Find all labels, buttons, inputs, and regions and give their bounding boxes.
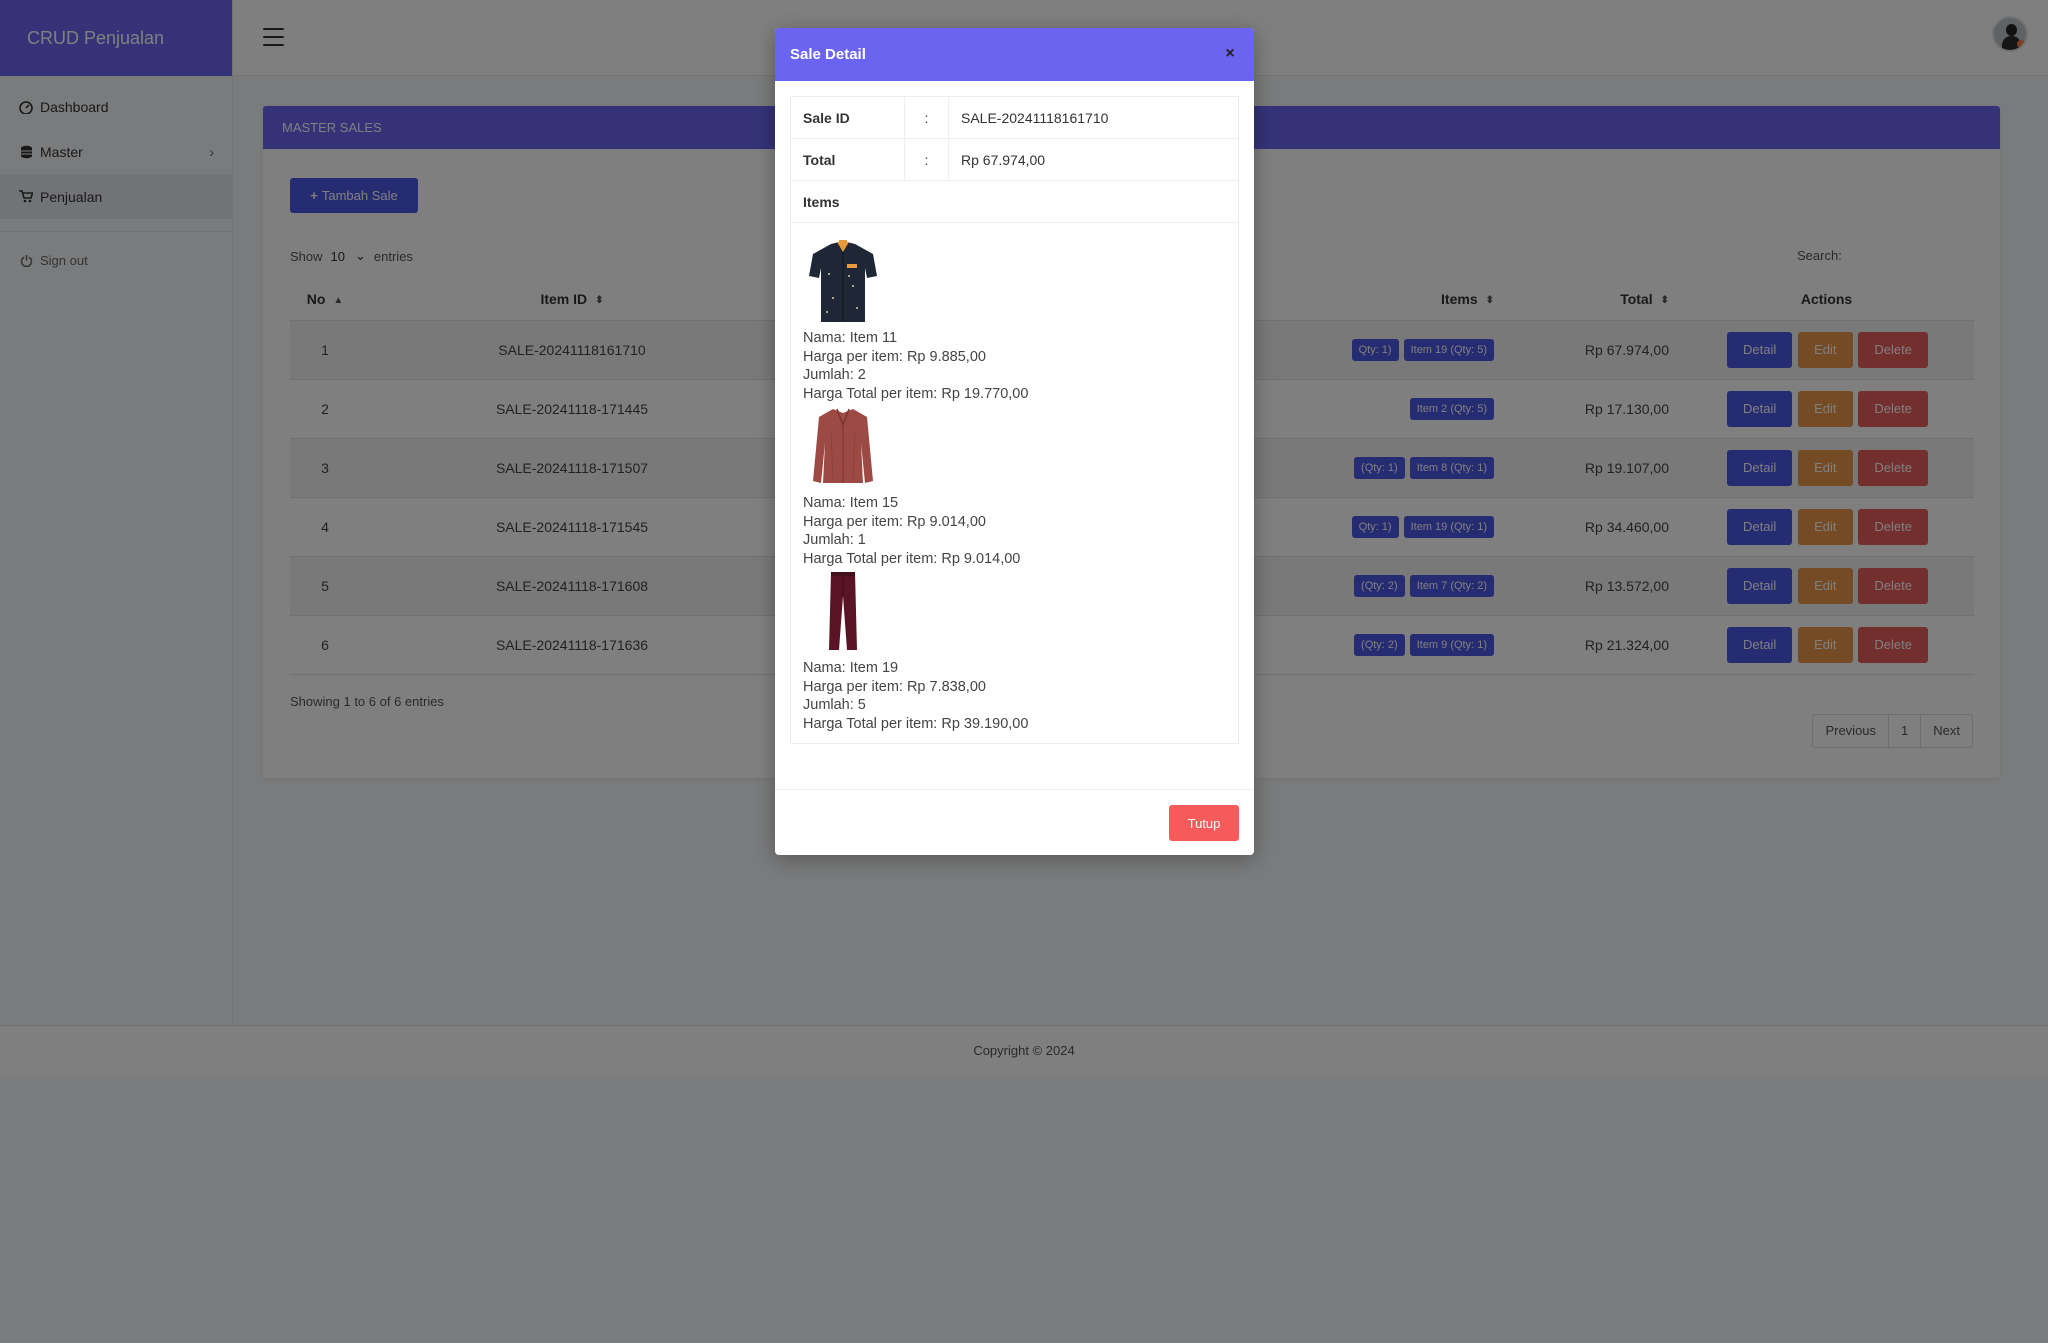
- sale-id-value: SALE-20241118161710: [948, 96, 1239, 139]
- colon: :: [904, 96, 949, 139]
- item-qty: Jumlah: 2: [803, 367, 866, 383]
- item-qty: Jumlah: 5: [803, 697, 866, 713]
- modal-body: Sale ID : SALE-20241118161710 Total : Rp…: [775, 81, 1254, 744]
- sale-detail-modal: Sale Detail × Sale ID : SALE-20241118161…: [775, 28, 1254, 855]
- trousers-image: [803, 568, 883, 655]
- item-qty: Jumlah: 1: [803, 532, 866, 548]
- item-name: Nama: Item 15: [803, 495, 899, 511]
- sale-info-table: Sale ID : SALE-20241118161710 Total : Rp…: [790, 96, 1239, 223]
- list-item: Nama: Item 11 Harga per item: Rp 9.885,0…: [803, 238, 1226, 403]
- modal-header: Sale Detail ×: [775, 28, 1254, 81]
- total-row: Total : Rp 67.974,00: [790, 138, 1239, 181]
- item-price: Harga per item: Rp 9.014,00: [803, 513, 986, 530]
- list-item: Nama: Item 15 Harga per item: Rp 9.014,0…: [803, 403, 1226, 568]
- items-label: Items: [790, 180, 1239, 223]
- sale-id-label: Sale ID: [790, 96, 905, 139]
- sale-id-row: Sale ID : SALE-20241118161710: [790, 96, 1239, 139]
- close-button[interactable]: Tutup: [1169, 805, 1239, 841]
- total-value: Rp 67.974,00: [948, 138, 1239, 181]
- modal-footer: Tutup: [775, 789, 1254, 855]
- total-label: Total: [790, 138, 905, 181]
- shirt-image: [803, 238, 883, 325]
- items-list: Nama: Item 11 Harga per item: Rp 9.885,0…: [790, 223, 1239, 744]
- item-total: Harga Total per item: Rp 9.014,00: [803, 550, 1021, 567]
- item-price: Harga per item: Rp 9.885,00: [803, 348, 986, 365]
- modal-title: Sale Detail: [790, 46, 866, 63]
- item-total: Harga Total per item: Rp 19.770,00: [803, 385, 1029, 402]
- colon: :: [904, 138, 949, 181]
- item-price: Harga per item: Rp 7.838,00: [803, 678, 986, 695]
- items-header-row: Items: [790, 180, 1239, 223]
- blouse-image: [803, 403, 883, 490]
- item-total: Harga Total per item: Rp 39.190,00: [803, 715, 1029, 732]
- list-item: Nama: Item 19 Harga per item: Rp 7.838,0…: [803, 568, 1226, 733]
- item-name: Nama: Item 11: [803, 330, 898, 346]
- close-icon[interactable]: ×: [1220, 44, 1240, 64]
- item-name: Nama: Item 19: [803, 660, 899, 676]
